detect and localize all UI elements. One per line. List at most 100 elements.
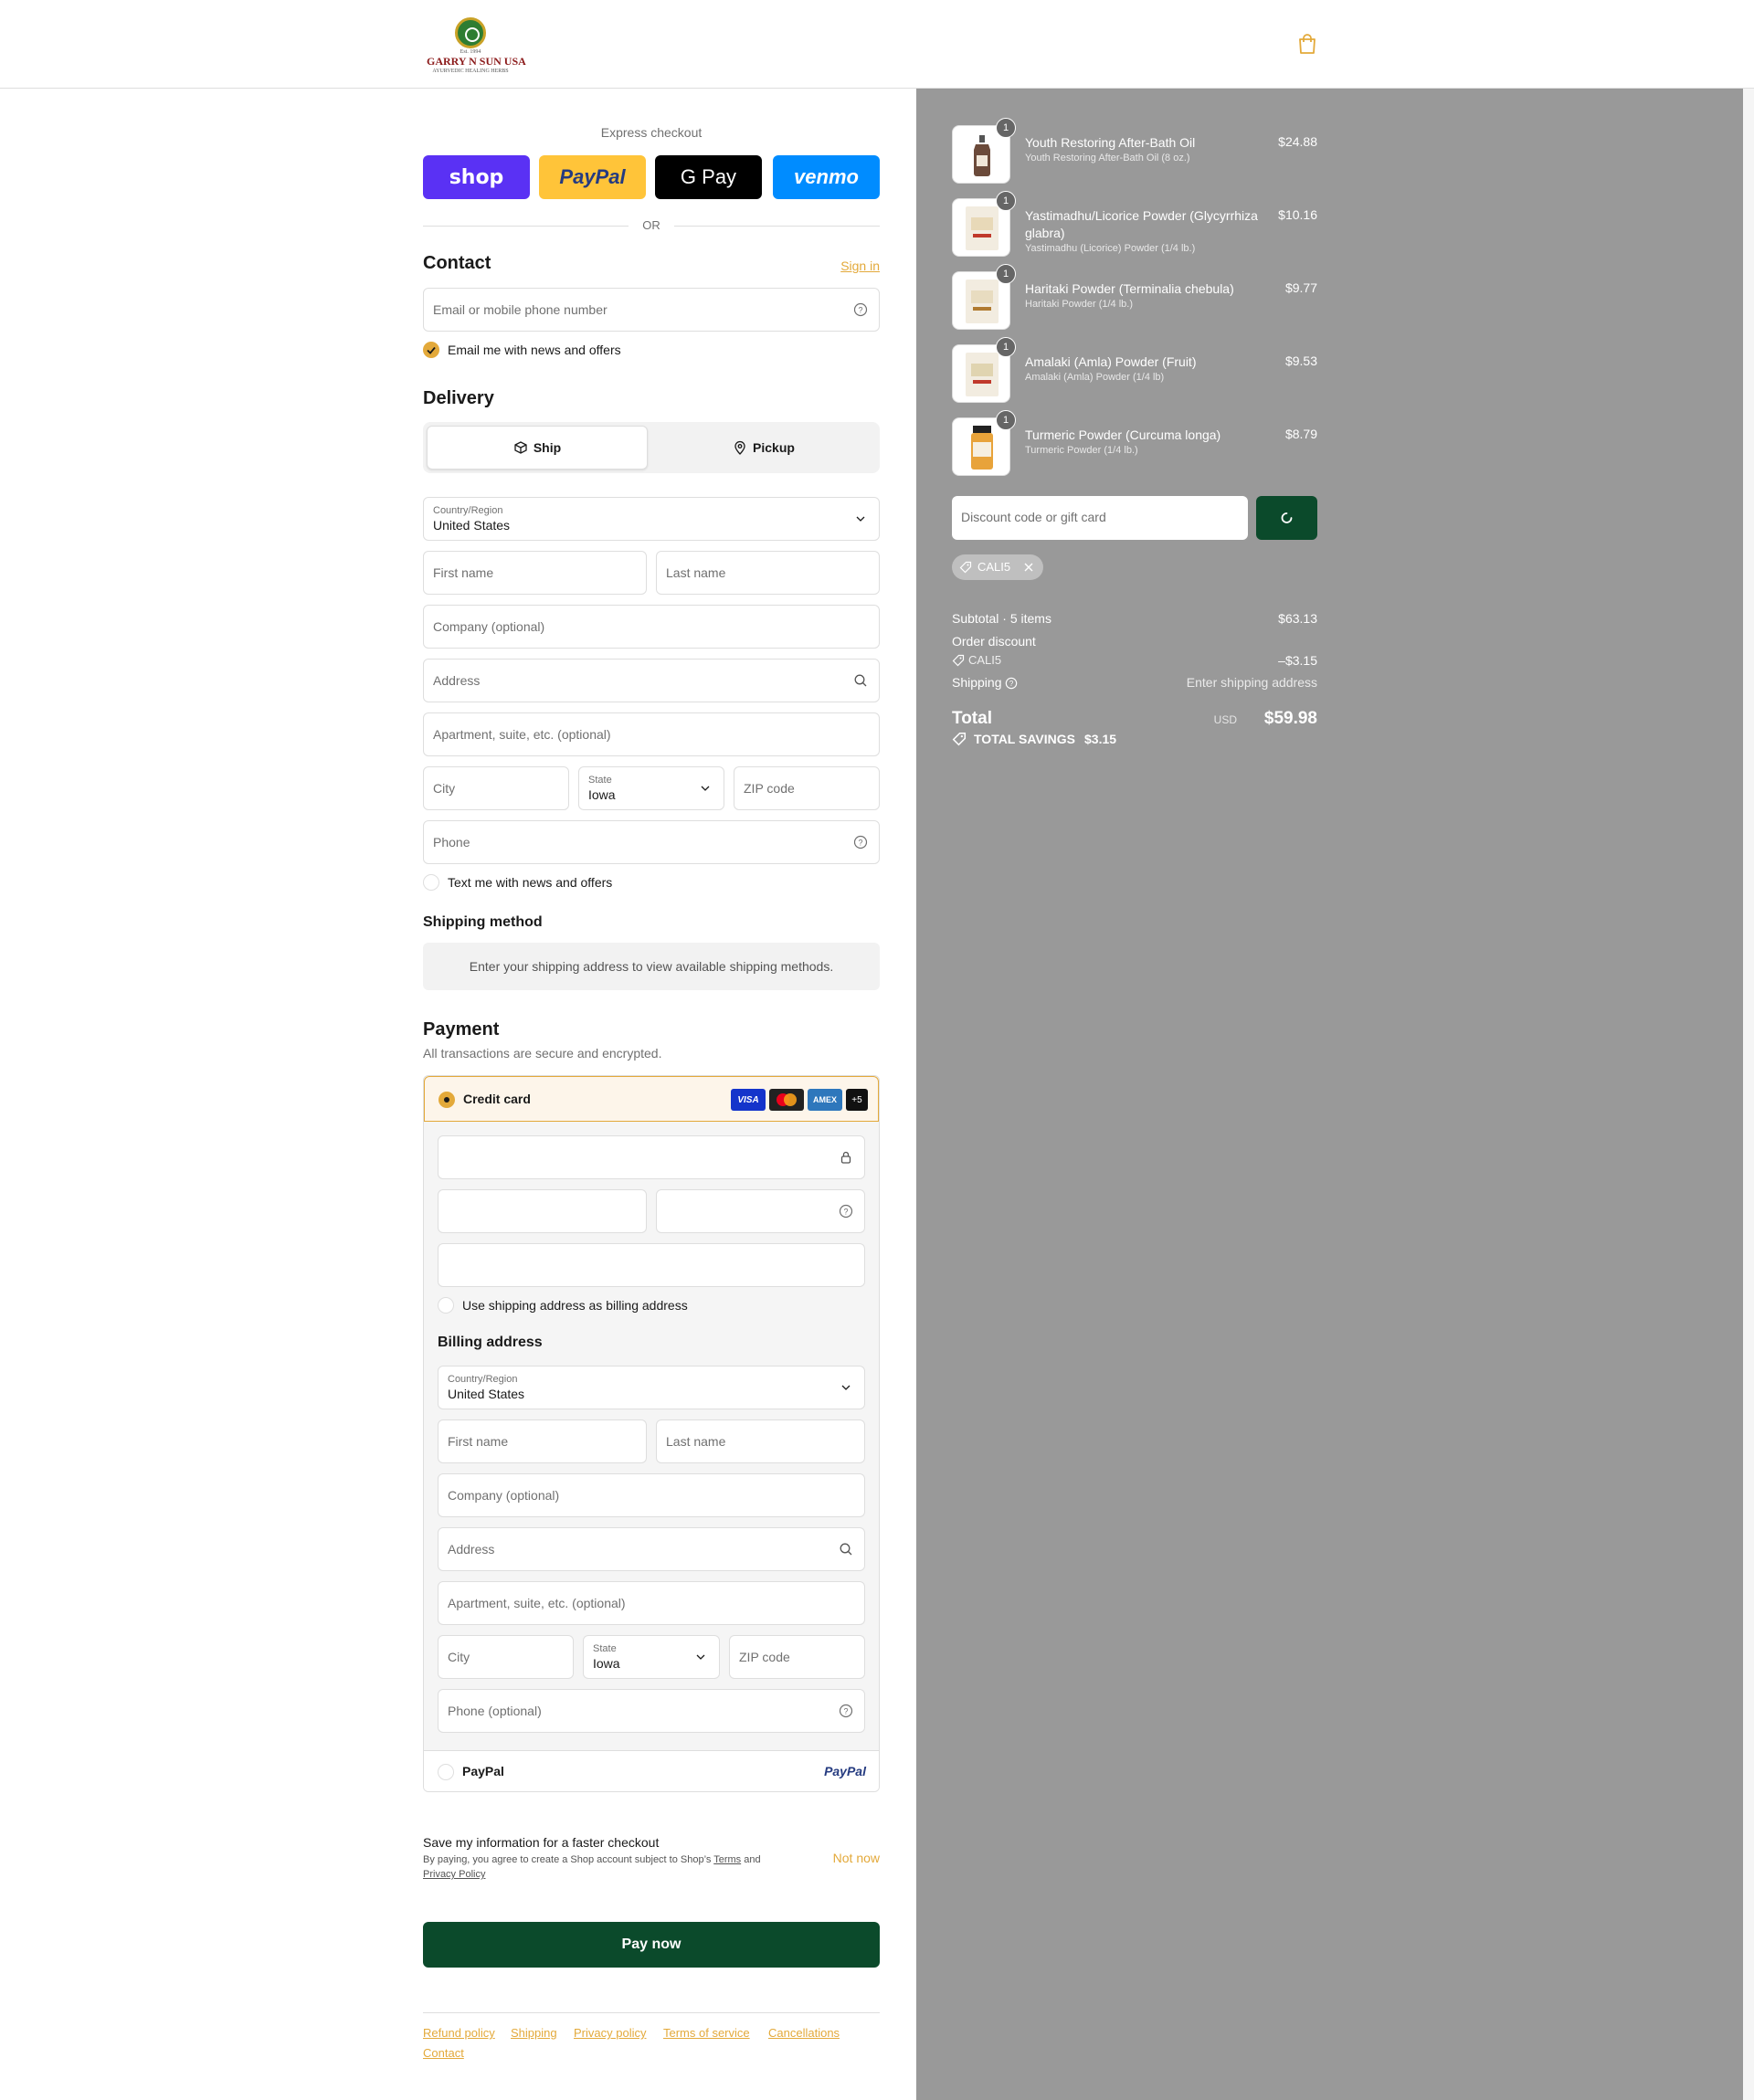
email-news-checkbox[interactable] [423,342,439,358]
payment-subtitle: All transactions are secure and encrypte… [423,1046,662,1061]
zip-field[interactable]: ZIP code [734,766,880,810]
svg-text:?: ? [843,1208,848,1217]
chevron-down-icon [856,516,865,522]
paypal-label: PayPal [462,1764,504,1778]
apartment-field[interactable]: Apartment, suite, etc. (optional) [423,712,880,756]
shipping-label: Shipping [952,675,1002,690]
order-discount-row: Order discount [952,634,1317,649]
item-variant: Amalaki (Amla) Powder (1/4 lb) [1025,372,1165,383]
terms-of-service-link[interactable]: Terms of service [663,2026,750,2040]
card-number-field[interactable] [438,1135,865,1179]
paypal-radio[interactable] [438,1764,454,1780]
state-select[interactable]: State Iowa [578,766,724,810]
help-circle-icon[interactable]: ? [839,1204,853,1219]
expiration-date-field[interactable] [438,1189,647,1233]
email-field[interactable]: Email or mobile phone number ? [423,288,880,332]
address-field[interactable]: Address [423,659,880,702]
country-select[interactable]: Country/Region United States [423,497,880,541]
ship-label: Ship [533,440,562,455]
logo-emblem-icon [455,17,486,48]
help-circle-icon[interactable]: ? [853,835,868,849]
shopping-bag-icon[interactable] [1297,33,1317,55]
applied-discount-chip: CALI5 [952,554,1043,580]
total-label: Total [952,709,992,728]
text-news-checkbox[interactable] [423,874,439,891]
brand-logo[interactable]: Est. 1994 GARRY N SUN USA AYURVEDIC HEAL… [427,17,526,74]
item-price: $9.77 [1284,280,1317,295]
discount-code-input[interactable]: Discount code or gift card [952,496,1248,540]
not-now-button[interactable]: Not now [833,1851,880,1865]
city-field[interactable]: City [423,766,569,810]
apply-discount-button[interactable] [1256,496,1317,540]
billing-country-value: United States [448,1387,525,1401]
billing-zip-field[interactable]: ZIP code [729,1635,865,1679]
terms-text: By paying, you agree to create a Shop ac… [423,1854,712,1865]
last-name-field[interactable]: Last name [656,551,880,595]
credit-card-radio[interactable] [438,1092,455,1108]
help-circle-icon[interactable]: ? [839,1704,853,1718]
sign-in-link[interactable]: Sign in [840,259,880,273]
paypal-button[interactable]: PayPal [539,155,646,199]
pay-now-button[interactable]: Pay now [423,1922,880,1968]
checkmark-icon [427,346,436,354]
first-name-field[interactable]: First name [423,551,647,595]
ship-option[interactable]: Ship [427,426,648,470]
line-item: 1 Haritaki Powder (Terminalia chebula) Ha… [952,264,1317,330]
amex-logo: AMEX [808,1089,842,1111]
paypal-logo: PayPal [824,1764,866,1778]
billing-state-select[interactable]: State Iowa [583,1635,720,1679]
close-icon[interactable] [1023,562,1034,573]
phone-field[interactable]: Phone ? [423,820,880,864]
cancellations-link[interactable]: Cancellations [768,2026,840,2040]
billing-last-name-field[interactable]: Last name [656,1419,865,1463]
shop-terms-link[interactable]: Terms [713,1854,741,1865]
divider-line-right [674,226,880,227]
help-circle-icon[interactable]: ? [853,302,868,317]
billing-phone-placeholder: Phone (optional) [448,1704,542,1718]
billing-phone-field[interactable]: Phone (optional) ? [438,1689,865,1733]
chevron-down-icon [696,1654,705,1660]
security-code-field[interactable]: ? [656,1189,865,1233]
contact-link[interactable]: Contact [423,2046,464,2060]
logo-brand: GARRY N SUN USA [427,55,526,68]
pickup-option[interactable]: Pickup [651,426,876,470]
shop-pay-button[interactable]: shop [423,155,530,199]
help-circle-icon[interactable]: ? [1005,677,1018,690]
shipping-value: Enter shipping address [1186,675,1317,690]
visa-logo: VISA [731,1089,766,1111]
item-price: $24.88 [1278,134,1317,149]
item-price: $9.53 [1284,354,1317,368]
privacy-policy-link[interactable]: Privacy policy [574,2026,646,2040]
billing-company-field[interactable]: Company (optional) [438,1473,865,1517]
scrollbar[interactable] [1743,89,1754,2100]
refund-policy-link[interactable]: Refund policy [423,2026,495,2040]
item-name: Amalaki (Amla) Powder (Fruit) [1025,354,1197,369]
venmo-button[interactable]: venmo [773,155,880,199]
chevron-down-icon [701,786,710,791]
quantity-badge: 1 [996,337,1016,357]
address-placeholder: Address [433,673,481,688]
shipping-policy-link[interactable]: Shipping [511,2026,557,2040]
item-name: Youth Restoring After-Bath Oil [1025,135,1196,150]
or-label: OR [642,218,660,232]
google-pay-button[interactable]: G Pay [655,155,762,199]
loading-spinner-icon [1281,512,1293,523]
item-name: Haritaki Powder (Terminalia chebula) [1025,281,1234,296]
shop-privacy-link[interactable]: Privacy Policy [423,1869,485,1880]
payment-title: Payment [423,1019,500,1039]
company-field[interactable]: Company (optional) [423,605,880,649]
billing-address-field[interactable]: Address [438,1527,865,1571]
billing-country-select[interactable]: Country/Region United States [438,1366,865,1409]
item-variant: Turmeric Powder (1/4 lb.) [1025,445,1138,456]
discount-placeholder: Discount code or gift card [961,510,1106,524]
more-cards-badge: +5 [846,1089,868,1111]
billing-apartment-field[interactable]: Apartment, suite, etc. (optional) [438,1581,865,1625]
billing-first-name-field[interactable]: First name [438,1419,647,1463]
item-name: Turmeric Powder (Curcuma longa) [1025,427,1221,442]
billing-city-field[interactable]: City [438,1635,574,1679]
payment-methods: Credit card VISA AMEX +5 ? Use shipping … [423,1075,880,1792]
credit-card-option[interactable]: Credit card VISA AMEX +5 [424,1076,879,1122]
name-on-card-field[interactable] [438,1243,865,1287]
paypal-option[interactable]: PayPal PayPal [424,1750,879,1791]
use-shipping-checkbox[interactable] [438,1297,454,1314]
